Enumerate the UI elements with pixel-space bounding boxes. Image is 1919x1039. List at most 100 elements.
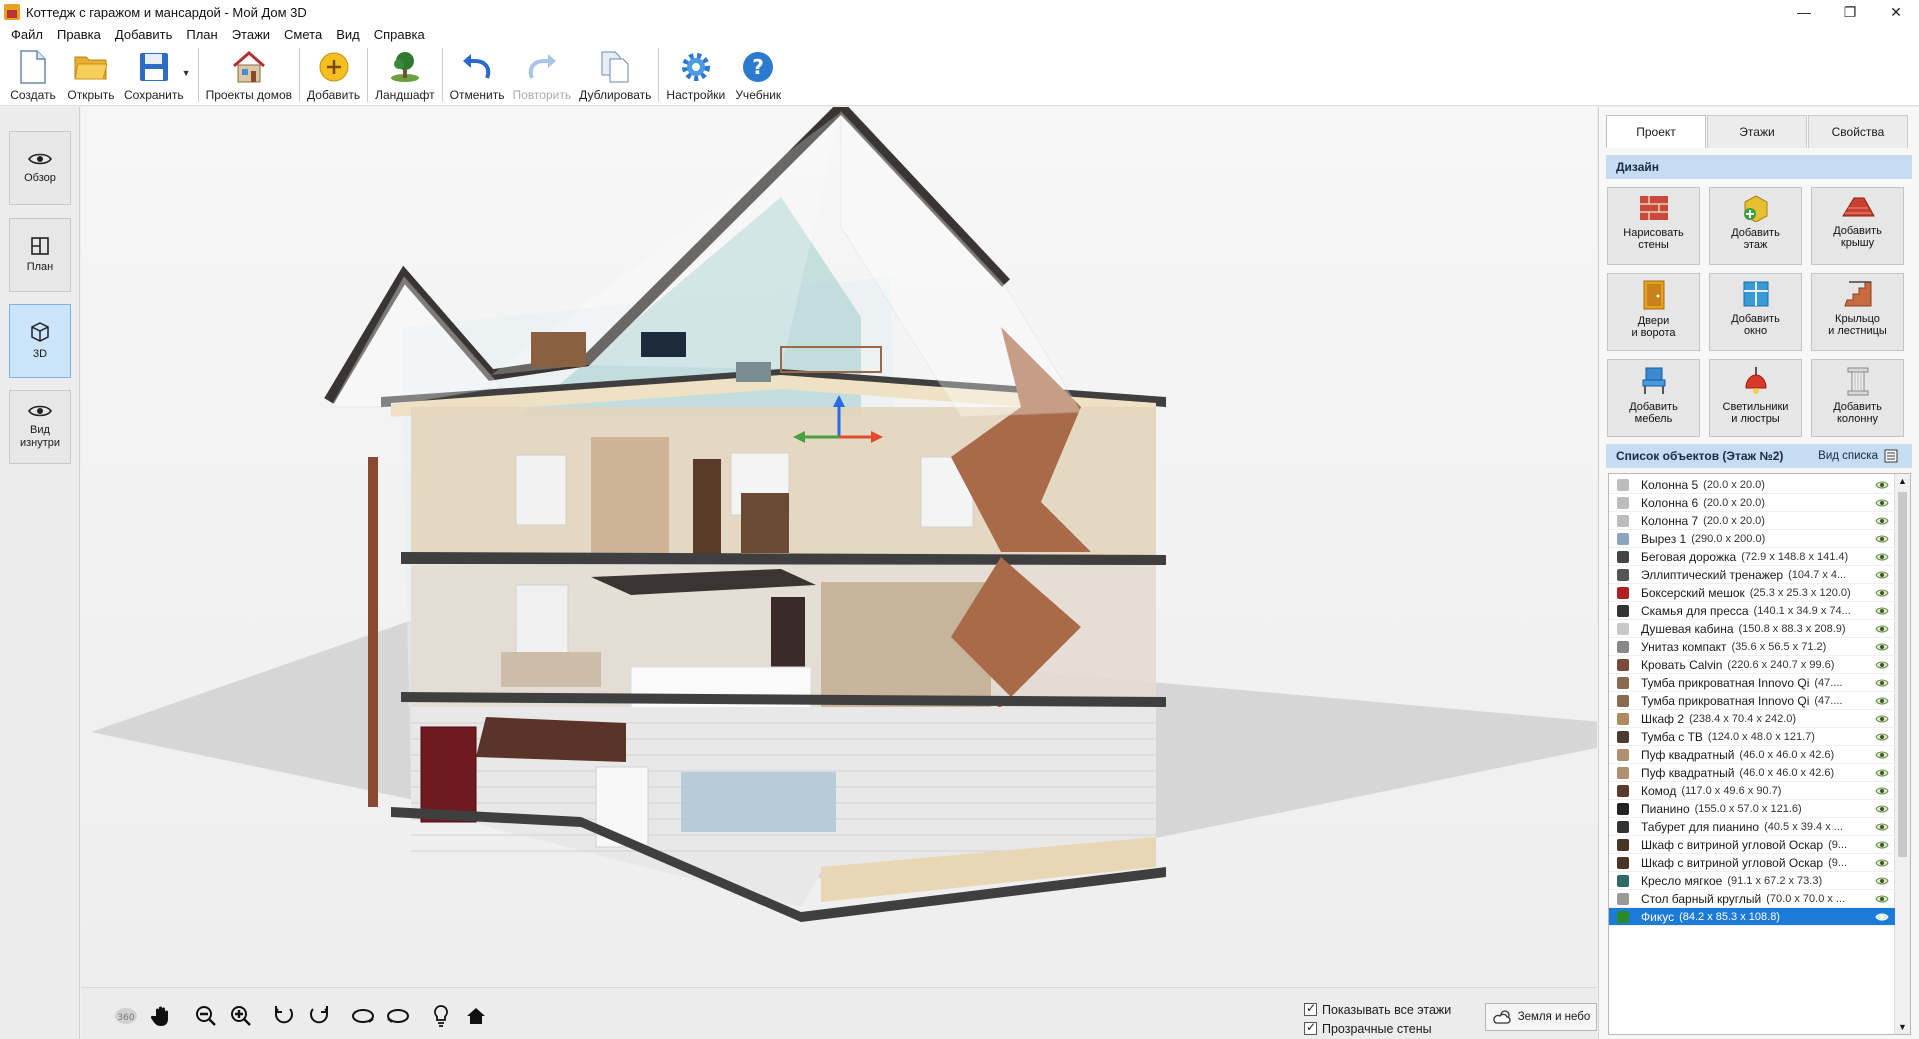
object-list-item[interactable]: Табурет для пианино (40.5 x 39.4 x ... — [1609, 818, 1895, 836]
visibility-eye-icon[interactable] — [1875, 876, 1889, 886]
visibility-eye-icon[interactable] — [1875, 714, 1889, 724]
maximize-button[interactable]: ❐ — [1827, 0, 1873, 24]
transparent-walls-option[interactable]: Прозрачные стены — [1304, 1019, 1451, 1038]
object-list-item[interactable]: Комод (117.0 x 49.6 x 90.7) — [1609, 782, 1895, 800]
object-list-item[interactable]: Колонна 5 (20.0 x 20.0) — [1609, 476, 1895, 494]
visibility-eye-icon[interactable] — [1875, 570, 1889, 580]
menu-edit[interactable]: Правка — [50, 27, 108, 42]
close-button[interactable]: ✕ — [1873, 0, 1919, 24]
tab-floors[interactable]: Этажи — [1707, 115, 1807, 148]
menu-add[interactable]: Добавить — [108, 27, 179, 42]
visibility-eye-icon[interactable] — [1875, 678, 1889, 688]
visibility-eye-icon[interactable] — [1875, 552, 1889, 562]
scroll-up-icon[interactable]: ▲ — [1898, 476, 1907, 486]
open-button[interactable]: Открыть — [62, 44, 120, 104]
list-view-toggle[interactable]: Вид списка — [1818, 444, 1898, 468]
duplicate-button[interactable]: Дублировать — [575, 44, 655, 104]
zoom-out-button[interactable] — [191, 1001, 221, 1031]
object-list-item[interactable]: Душевая кабина (150.8 x 88.3 x 208.9) — [1609, 620, 1895, 638]
zoom-in-button[interactable] — [226, 1001, 256, 1031]
visibility-eye-icon[interactable] — [1875, 516, 1889, 526]
visibility-eye-icon[interactable] — [1875, 606, 1889, 616]
light-bulb-button[interactable] — [426, 1001, 456, 1031]
add-button[interactable]: Добавить — [303, 44, 364, 104]
visibility-eye-icon[interactable] — [1875, 894, 1889, 904]
object-list-item[interactable]: Тумба прикроватная Innovo Qi (47.... — [1609, 692, 1895, 710]
add-furniture-button[interactable]: Добавить мебель — [1607, 359, 1700, 437]
add-window-button[interactable]: Добавить окно — [1709, 273, 1802, 351]
tab-project[interactable]: Проект — [1606, 115, 1706, 148]
object-list-item[interactable]: Пуф квадратный (46.0 x 46.0 x 42.6) — [1609, 746, 1895, 764]
visibility-eye-icon[interactable] — [1875, 804, 1889, 814]
add-column-button[interactable]: Добавить колонну — [1811, 359, 1904, 437]
visibility-eye-icon[interactable] — [1875, 624, 1889, 634]
rotate-360-button[interactable]: 360 — [111, 1001, 141, 1031]
scroll-thumb[interactable] — [1898, 492, 1907, 857]
projects-button[interactable]: Проекты домов — [202, 44, 296, 104]
visibility-eye-icon[interactable] — [1875, 840, 1889, 850]
view-inside-button[interactable]: Вид изнутри — [9, 390, 71, 464]
create-button[interactable]: Создать — [4, 44, 62, 104]
undo-button[interactable]: Отменить — [446, 44, 509, 104]
view-plan-button[interactable]: План — [9, 218, 71, 292]
menu-view[interactable]: Вид — [329, 27, 367, 42]
object-list-item[interactable]: Пианино (155.0 x 57.0 x 121.6) — [1609, 800, 1895, 818]
object-list-item[interactable]: Кресло мягкое (91.1 x 67.2 x 73.3) — [1609, 872, 1895, 890]
object-list-item[interactable]: Беговая дорожка (72.9 x 148.8 x 141.4) — [1609, 548, 1895, 566]
object-list[interactable]: ▲ ▼ Колонна 5 (20.0 x 20.0) Колонна 6 (20.0… — [1608, 473, 1911, 1035]
object-list-item[interactable]: Тумба прикроватная Innovo Qi (47.... — [1609, 674, 1895, 692]
porch-stairs-button[interactable]: Крыльцо и лестницы — [1811, 273, 1904, 351]
visibility-eye-icon[interactable] — [1875, 822, 1889, 832]
object-list-item[interactable]: Колонна 6 (20.0 x 20.0) — [1609, 494, 1895, 512]
visibility-eye-icon[interactable] — [1875, 660, 1889, 670]
menu-help[interactable]: Справка — [367, 27, 432, 42]
visibility-eye-icon[interactable] — [1875, 696, 1889, 706]
landscape-button[interactable]: Ландшафт — [371, 44, 439, 104]
orbit-down-button[interactable] — [383, 1001, 413, 1031]
rotate-right-button[interactable] — [304, 1001, 334, 1031]
visibility-eye-icon[interactable] — [1875, 750, 1889, 760]
object-list-item[interactable]: Боксерский мешок (25.3 x 25.3 x 120.0) — [1609, 584, 1895, 602]
object-list-item[interactable]: Пуф квадратный (46.0 x 46.0 x 42.6) — [1609, 764, 1895, 782]
visibility-eye-icon[interactable] — [1875, 732, 1889, 742]
visibility-eye-icon[interactable] — [1875, 912, 1889, 922]
menu-file[interactable]: Файл — [4, 27, 50, 42]
view-overview-button[interactable]: Обзор — [9, 131, 71, 205]
object-list-item[interactable]: Шкаф с витриной угловой Оскар (9... — [1609, 836, 1895, 854]
visibility-eye-icon[interactable] — [1875, 786, 1889, 796]
object-list-item[interactable]: Кровать Calvin (220.6 x 240.7 x 99.6) — [1609, 656, 1895, 674]
visibility-eye-icon[interactable] — [1875, 480, 1889, 490]
add-roof-button[interactable]: Добавить крышу — [1811, 187, 1904, 265]
home-view-button[interactable] — [461, 1001, 491, 1031]
rotate-left-button[interactable] — [269, 1001, 299, 1031]
earth-sky-button[interactable]: Земля и небо — [1485, 1003, 1597, 1031]
visibility-eye-icon[interactable] — [1875, 858, 1889, 868]
object-list-item[interactable]: Фикус (84.2 x 85.3 x 108.8) — [1609, 908, 1895, 926]
visibility-eye-icon[interactable] — [1875, 588, 1889, 598]
object-list-scrollbar[interactable]: ▲ ▼ — [1894, 474, 1910, 1034]
pan-hand-button[interactable] — [146, 1001, 176, 1031]
tutorial-button[interactable]: ? Учебник — [729, 44, 787, 104]
visibility-eye-icon[interactable] — [1875, 534, 1889, 544]
transparent-walls-checkbox[interactable] — [1304, 1020, 1317, 1035]
object-list-item[interactable]: Унитаз компакт (35.6 x 56.5 x 71.2) — [1609, 638, 1895, 656]
menu-estimate[interactable]: Смета — [277, 27, 329, 42]
settings-button[interactable]: Настройки — [662, 44, 729, 104]
object-list-item[interactable]: Эллиптический тренажер (104.7 x 4... — [1609, 566, 1895, 584]
save-button[interactable]: Сохранить — [120, 44, 188, 104]
visibility-eye-icon[interactable] — [1875, 498, 1889, 508]
house-3d-render[interactable] — [81, 107, 1597, 987]
visibility-eye-icon[interactable] — [1875, 642, 1889, 652]
visibility-eye-icon[interactable] — [1875, 768, 1889, 778]
menu-floors[interactable]: Этажи — [225, 27, 277, 42]
show-all-floors-checkbox[interactable] — [1304, 1001, 1317, 1016]
lights-button[interactable]: Светильники и люстры — [1709, 359, 1802, 437]
object-list-item[interactable]: Колонна 7 (20.0 x 20.0) — [1609, 512, 1895, 530]
draw-walls-button[interactable]: Нарисовать стены — [1607, 187, 1700, 265]
add-floor-button[interactable]: Добавить этаж — [1709, 187, 1802, 265]
object-list-item[interactable]: Стол барный круглый (70.0 x 70.0 x ... — [1609, 890, 1895, 908]
menu-plan[interactable]: План — [179, 27, 224, 42]
object-list-item[interactable]: Скамья для пресса (140.1 x 34.9 x 74... — [1609, 602, 1895, 620]
save-dropdown-arrow-icon[interactable]: ▼ — [182, 68, 191, 78]
3d-viewport[interactable] — [81, 107, 1597, 987]
